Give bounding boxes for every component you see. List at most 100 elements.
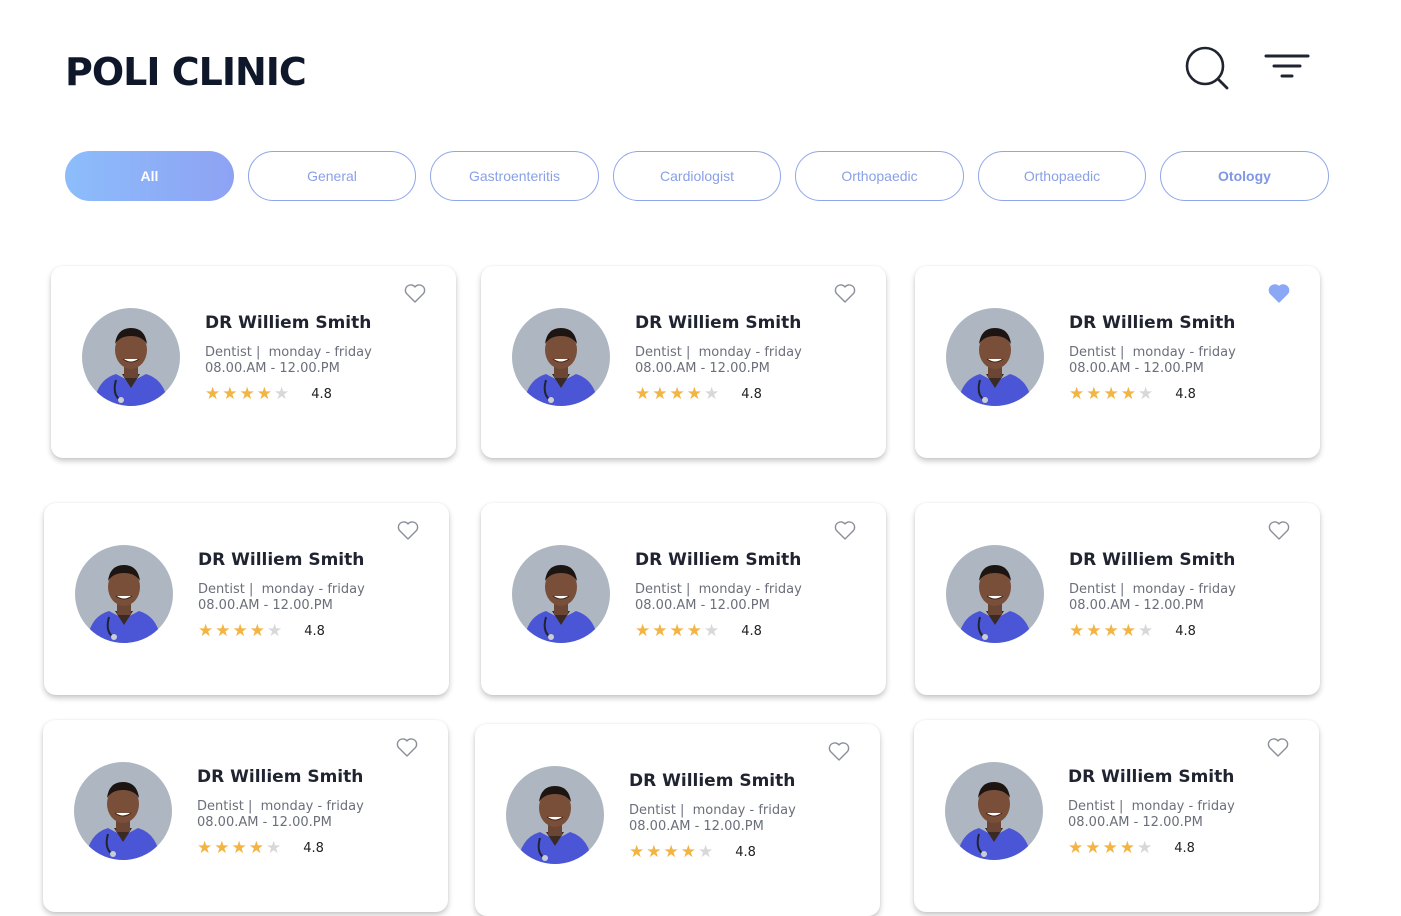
favorite-button[interactable]: [833, 519, 857, 541]
favorite-button[interactable]: [403, 282, 427, 304]
filter-button[interactable]: [1264, 52, 1310, 82]
rating-value: 4.8: [303, 840, 324, 856]
doctor-photo: [946, 308, 1044, 406]
doctor-info: Dentist | monday - friday 08.00.AM - 12.…: [197, 799, 364, 831]
doctor-schedule: Dentist | monday - friday: [635, 582, 802, 598]
star-icon: ★: [686, 383, 702, 404]
heart-icon: [1267, 738, 1289, 757]
doctor-photo: [512, 308, 610, 406]
rating: ★ ★ ★ ★ ★ 4.8: [1068, 839, 1195, 857]
doctor-hours: 08.00.AM - 12.00.PM: [1068, 815, 1203, 830]
avatar: [506, 766, 604, 864]
category-chip-label: Orthopaedic: [1023, 168, 1101, 184]
favorite-button[interactable]: [827, 740, 851, 762]
avatar: [946, 308, 1044, 406]
heart-icon: [834, 521, 856, 540]
category-chip-label: Cardiologist: [660, 168, 734, 184]
doctor-photo: [82, 308, 180, 406]
doctor-card[interactable]: DR Williem Smith Dentist | monday - frid…: [44, 503, 449, 695]
page-title: POLI CLINIC: [65, 50, 307, 94]
doctor-hours: 08.00.AM - 12.00.PM: [629, 819, 764, 834]
favorite-button[interactable]: [396, 519, 420, 541]
star-icon: ★: [1120, 383, 1136, 404]
category-chip-orthopaedic-2[interactable]: Orthopaedic: [978, 151, 1146, 201]
category-chip-general[interactable]: General: [248, 151, 416, 201]
doctor-specialty: Dentist |: [1068, 799, 1124, 814]
category-chip-all[interactable]: All: [65, 151, 234, 201]
star-icon: ★: [232, 620, 248, 641]
doctor-days: monday - friday: [1132, 345, 1236, 360]
star-icon: ★: [669, 383, 685, 404]
rating-value: 4.8: [741, 623, 762, 639]
doctor-name: DR Williem Smith: [629, 771, 796, 791]
heart-icon: [404, 284, 426, 303]
doctor-hours: 08.00.AM - 12.00.PM: [635, 361, 770, 376]
doctor-days: monday - friday: [698, 582, 802, 597]
star-icon: ★: [652, 620, 668, 641]
doctor-info: Dentist | monday - friday 08.00.AM - 12.…: [205, 345, 372, 377]
doctor-schedule: Dentist | monday - friday: [1069, 582, 1236, 598]
doctor-schedule: Dentist | monday - friday: [205, 345, 372, 361]
star-icon: ★: [274, 383, 290, 404]
doctor-card[interactable]: DR Williem Smith Dentist | monday - frid…: [43, 720, 448, 912]
category-chip-orthopaedic[interactable]: Orthopaedic: [795, 151, 964, 201]
doctor-days: monday - friday: [698, 345, 802, 360]
doctor-days: monday - friday: [260, 799, 364, 814]
star-icon: ★: [1103, 383, 1119, 404]
doctor-card[interactable]: DR Williem Smith Dentist | monday - frid…: [915, 266, 1320, 458]
star-icon: ★: [635, 620, 651, 641]
doctor-card[interactable]: DR Williem Smith Dentist | monday - frid…: [475, 724, 880, 916]
doctor-photo: [506, 766, 604, 864]
doctor-photo: [946, 545, 1044, 643]
star-icon: ★: [680, 841, 696, 862]
doctor-card[interactable]: DR Williem Smith Dentist | monday - frid…: [51, 266, 456, 458]
star-icon: ★: [197, 837, 213, 858]
doctor-photo: [512, 545, 610, 643]
rating: ★ ★ ★ ★ ★ 4.8: [635, 385, 762, 403]
doctor-card[interactable]: DR Williem Smith Dentist | monday - frid…: [915, 503, 1320, 695]
favorite-button[interactable]: [1267, 519, 1291, 541]
star-icon: ★: [198, 620, 214, 641]
category-chip-label: General: [307, 168, 357, 184]
doctor-schedule: Dentist | monday - friday: [1069, 345, 1236, 361]
doctor-hours: 08.00.AM - 12.00.PM: [205, 361, 340, 376]
doctor-name: DR Williem Smith: [635, 550, 802, 570]
doctor-hours: 08.00.AM - 12.00.PM: [197, 815, 332, 830]
heart-icon: [1268, 521, 1290, 540]
doctor-info: Dentist | monday - friday 08.00.AM - 12.…: [1068, 799, 1235, 831]
star-icon: ★: [1069, 620, 1085, 641]
category-chip-otology[interactable]: Otology: [1160, 151, 1329, 201]
avatar: [946, 545, 1044, 643]
favorite-button[interactable]: [395, 736, 419, 758]
doctor-specialty: Dentist |: [635, 582, 691, 597]
star-icon: ★: [1086, 383, 1102, 404]
doctor-card[interactable]: DR Williem Smith Dentist | monday - frid…: [481, 503, 886, 695]
doctor-days: monday - friday: [261, 582, 365, 597]
doctor-name: DR Williem Smith: [635, 313, 802, 333]
doctor-days: monday - friday: [692, 803, 796, 818]
doctor-card[interactable]: DR Williem Smith Dentist | monday - frid…: [914, 720, 1319, 912]
doctor-name: DR Williem Smith: [205, 313, 372, 333]
favorite-button[interactable]: [1266, 736, 1290, 758]
star-icon: ★: [215, 620, 231, 641]
category-chip-gastroenteritis[interactable]: Gastroenteritis: [430, 151, 599, 201]
rating: ★ ★ ★ ★ ★ 4.8: [197, 839, 324, 857]
rating: ★ ★ ★ ★ ★ 4.8: [629, 843, 756, 861]
favorite-button[interactable]: [833, 282, 857, 304]
favorite-button[interactable]: [1267, 282, 1291, 304]
doctor-card[interactable]: DR Williem Smith Dentist | monday - frid…: [481, 266, 886, 458]
rating-value: 4.8: [741, 386, 762, 402]
heart-icon: [828, 742, 850, 761]
star-icon: ★: [205, 383, 221, 404]
star-icon: ★: [669, 620, 685, 641]
star-icon: ★: [1119, 837, 1135, 858]
star-icon: ★: [1138, 620, 1154, 641]
avatar: [82, 308, 180, 406]
doctor-info: Dentist | monday - friday 08.00.AM - 12.…: [635, 345, 802, 377]
avatar: [945, 762, 1043, 860]
star-rating: ★ ★ ★ ★ ★: [205, 383, 290, 404]
search-button[interactable]: [1184, 46, 1230, 90]
category-chip-cardiologist[interactable]: Cardiologist: [613, 151, 781, 201]
doctor-info: Dentist | monday - friday 08.00.AM - 12.…: [1069, 345, 1236, 377]
star-icon: ★: [1086, 620, 1102, 641]
